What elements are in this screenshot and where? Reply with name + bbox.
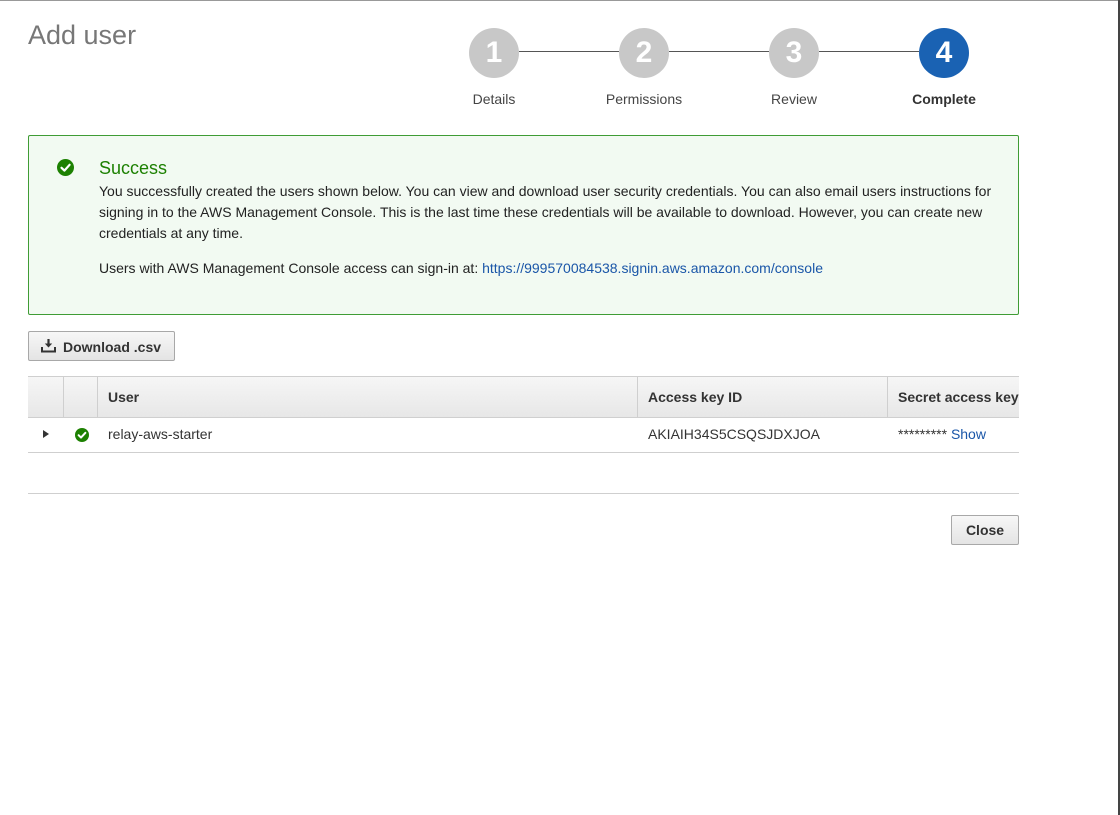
status-column-header [64,377,98,417]
column-header-user[interactable]: User [98,377,638,417]
step-number: 3 [769,28,819,78]
secret-access-key-cell: ********* Show [898,418,986,451]
step-permissions: 2 Permissions [594,28,694,107]
console-signin-link[interactable]: https://999570084538.signin.aws.amazon.c… [482,260,823,276]
check-circle-icon [57,159,74,176]
close-button[interactable]: Close [951,515,1019,545]
step-review: 3 Review [744,28,844,107]
wizard-stepper: 1 Details 2 Permissions 3 Review 4 Compl… [444,28,1004,118]
expand-row-icon[interactable] [43,430,49,438]
user-name-cell: relay-aws-starter [108,426,213,442]
expand-column-header [28,377,64,417]
step-number: 2 [619,28,669,78]
step-label: Complete [912,91,976,107]
signin-prefix: Users with AWS Management Console access… [99,260,479,276]
table-header: User Access key ID Secret access key [28,376,1019,418]
access-key-id-cell: AKIAIH34S5CSQSJDXJOA [648,426,820,442]
footer-divider [28,493,1019,494]
alert-title: Success [99,158,168,178]
show-secret-link[interactable]: Show [951,426,986,442]
secret-masked-value: ********* [898,426,948,442]
signin-info: Users with AWS Management Console access… [99,260,823,276]
alert-message: You successfully created the users shown… [99,183,992,241]
column-header-access-key-id[interactable]: Access key ID [638,377,888,417]
step-number: 1 [469,28,519,78]
download-csv-label: Download .csv [63,339,162,355]
download-icon [41,339,56,356]
column-header-secret-access-key[interactable]: Secret access key [888,377,1019,417]
credentials-table: User Access key ID Secret access key rel… [28,376,1019,453]
success-alert: Success You successfully created the use… [28,135,1019,315]
check-circle-icon [75,428,89,442]
step-label: Details [472,91,516,107]
step-details: 1 Details [444,28,544,107]
step-number: 4 [919,28,969,78]
step-label: Permissions [605,91,683,107]
table-row: relay-aws-starter AKIAIH34S5CSQSJDXJOA *… [28,418,1019,453]
window-top-border [0,0,1120,1]
step-complete: 4 Complete [894,28,994,107]
step-label: Review [771,91,817,107]
page-title: Add user [28,20,137,50]
download-csv-button[interactable]: Download .csv [28,331,175,361]
